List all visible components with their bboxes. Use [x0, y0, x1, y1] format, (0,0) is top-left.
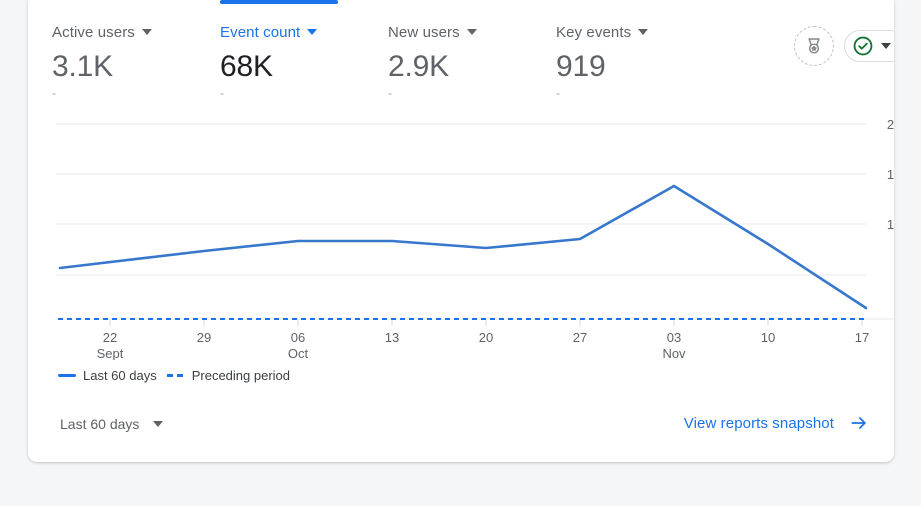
x-tick-label: 20: [479, 330, 493, 345]
chevron-down-icon[interactable]: [466, 29, 477, 35]
y-tick-label: 15K: [887, 167, 894, 182]
x-tick-label: 06: [291, 330, 305, 345]
legend-label: Last 60 days: [83, 368, 157, 383]
event-count-line-chart: 20K 15K 10K 5K 0 22 Sept 29 06 Oct 13 20…: [28, 120, 894, 360]
metric-label: New users: [388, 23, 460, 41]
metric-label: Key events: [556, 23, 632, 41]
arrow-right-icon: [851, 417, 866, 429]
check-circle-icon: [853, 36, 873, 56]
x-tick-sublabel: Sept: [97, 346, 124, 360]
legend-label: Preceding period: [191, 368, 291, 383]
chart-legend: Last 60 days Preceding period: [58, 368, 290, 383]
metric-header[interactable]: Event count: [220, 22, 388, 42]
metric-header[interactable]: New users: [388, 22, 556, 42]
metric-value: 919: [556, 50, 606, 83]
legend-item-preceding-period[interactable]: Preceding period: [166, 368, 291, 383]
chart-y-axis-labels: 20K 15K 10K 5K 0: [887, 120, 894, 232]
date-range-label: Last 60 days: [60, 416, 140, 432]
analytics-overview-card: Active users 3.1K - Event count 68K - Ne…: [28, 0, 894, 462]
chart-x-axis-labels: 22 Sept 29 06 Oct 13 20 27 03 Nov 10 17: [97, 330, 870, 360]
view-reports-snapshot-link[interactable]: View reports snapshot: [684, 410, 870, 436]
x-tick-label: 10: [761, 330, 775, 345]
medal-glyph: [808, 38, 820, 54]
metric-delta: -: [220, 86, 224, 100]
series-last-60-days: [58, 184, 868, 310]
metric-key-events[interactable]: Key events 919 -: [556, 22, 724, 100]
x-tick-sublabel: Oct: [288, 346, 309, 360]
metric-delta: -: [52, 86, 56, 100]
y-tick-label: 20K: [887, 120, 894, 132]
chevron-down-icon[interactable]: [141, 29, 152, 35]
metric-header[interactable]: Key events: [556, 22, 724, 42]
metric-delta: -: [556, 86, 560, 100]
x-tick-label: 27: [573, 330, 587, 345]
metric-active-users[interactable]: Active users 3.1K -: [52, 22, 220, 100]
x-tick-label: 29: [197, 330, 211, 345]
legend-dashed-swatch: [166, 374, 185, 377]
chart-canvas: 20K 15K 10K 5K 0 22 Sept 29 06 Oct 13 20…: [56, 120, 894, 360]
metric-label: Active users: [52, 23, 135, 41]
legend-item-last-60-days[interactable]: Last 60 days: [58, 368, 157, 383]
metric-value: 3.1K: [52, 50, 113, 83]
medal-award-icon[interactable]: [794, 26, 834, 66]
x-tick-label: 22: [103, 330, 117, 345]
snapshot-label: View reports snapshot: [683, 414, 834, 432]
metrics-row: Active users 3.1K - Event count 68K - Ne…: [52, 22, 724, 100]
legend-solid-swatch: [58, 374, 76, 377]
chevron-down-icon[interactable]: [638, 29, 649, 35]
y-tick-label: 10K: [887, 217, 894, 232]
metric-value: 2.9K: [388, 50, 449, 83]
metric-new-users[interactable]: New users 2.9K -: [388, 22, 556, 100]
chart-gridlines: [56, 123, 894, 320]
metric-delta: -: [388, 86, 392, 100]
chevron-down-icon[interactable]: [881, 43, 891, 49]
metric-label: Event count: [220, 23, 301, 41]
chart-x-ticks: [109, 319, 863, 326]
x-tick-label: 03: [667, 330, 681, 345]
date-range-selector[interactable]: Last 60 days: [60, 412, 164, 436]
x-tick-label: 13: [385, 330, 399, 345]
metric-event-count[interactable]: Event count 68K -: [220, 22, 388, 100]
metric-header[interactable]: Active users: [52, 22, 220, 42]
x-tick-sublabel: Nov: [662, 346, 686, 360]
metric-value: 68K: [220, 50, 273, 83]
chevron-down-icon[interactable]: [307, 29, 318, 35]
active-tab-indicator: [220, 0, 338, 4]
x-tick-label: 17: [855, 330, 869, 345]
page-root: Active users 3.1K - Event count 68K - Ne…: [0, 0, 921, 506]
chevron-down-icon[interactable]: [153, 421, 164, 427]
status-badge[interactable]: [844, 30, 894, 62]
